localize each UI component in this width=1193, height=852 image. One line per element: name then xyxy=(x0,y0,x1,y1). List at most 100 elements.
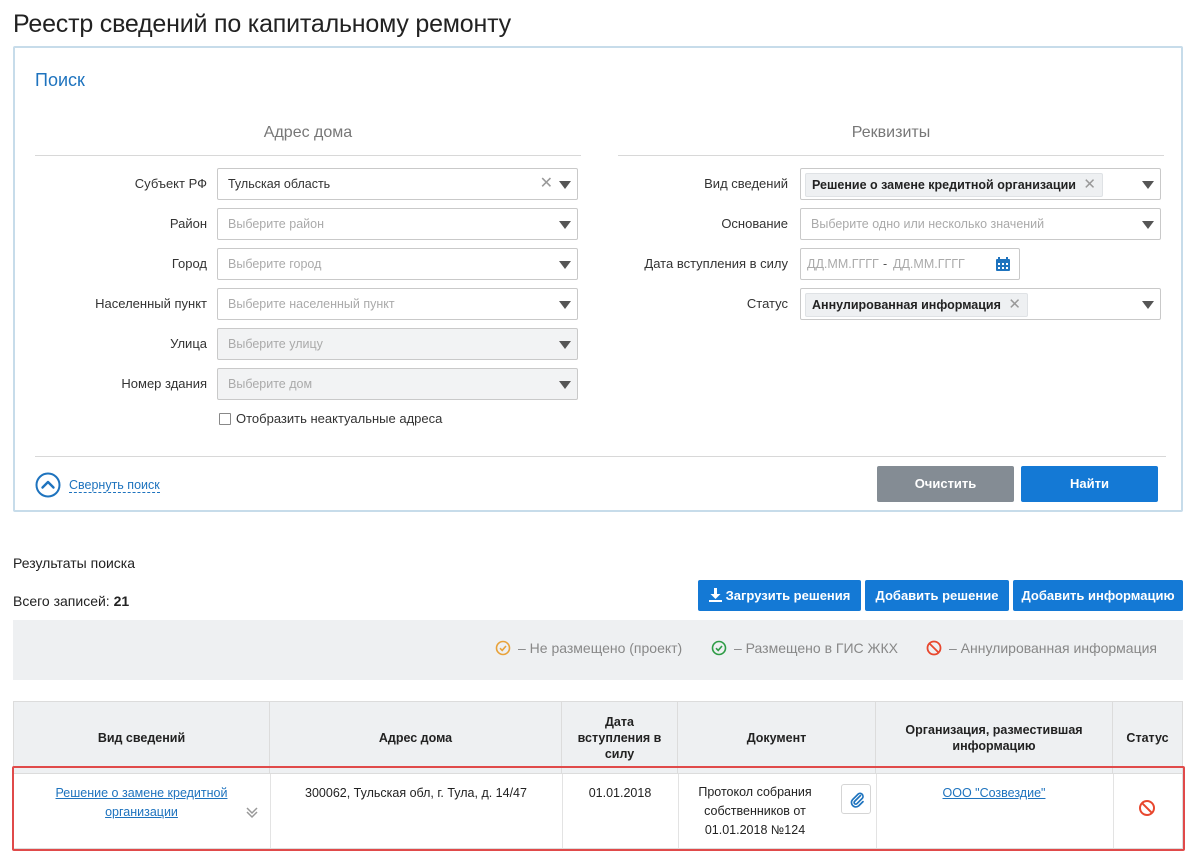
district-select[interactable]: Выберите район xyxy=(217,208,578,240)
building-placeholder: Выберите дом xyxy=(228,377,313,391)
column-header-address[interactable]: Адрес дома xyxy=(270,702,562,774)
clear-icon[interactable]: ✕ xyxy=(540,176,553,192)
total-value: 21 xyxy=(113,593,130,609)
city-placeholder: Выберите город xyxy=(228,257,322,271)
add-information-button[interactable]: Добавить информацию xyxy=(1013,580,1183,611)
status-tag: Аннулированная информация ✕ xyxy=(805,293,1028,317)
column-divider xyxy=(1113,774,1114,848)
status-label: Статус xyxy=(746,296,788,311)
draft-status-icon xyxy=(495,640,511,656)
chevron-down-icon[interactable] xyxy=(1142,301,1154,309)
info-type-tag-label: Решение о замене кредитной организации xyxy=(812,178,1076,192)
effective-date-label: Дата вступления в силу xyxy=(644,256,788,271)
add-decision-button[interactable]: Добавить решение xyxy=(865,580,1009,611)
chevron-down-icon[interactable] xyxy=(559,301,571,309)
basis-select[interactable]: Выберите одно или несколько значений xyxy=(800,208,1161,240)
info-type-tag: Решение о замене кредитной организации ✕ xyxy=(805,173,1103,197)
legend-draft: – Не размещено (проект) xyxy=(495,640,682,656)
column-header-status[interactable]: Статус xyxy=(1113,702,1182,774)
status-tag-label: Аннулированная информация xyxy=(812,298,1001,312)
search-heading: Поиск xyxy=(35,70,85,90)
results-table: Вид сведений Адрес дома Дата вступления … xyxy=(13,701,1183,849)
legend-posted-label: – Размещено в ГИС ЖКХ xyxy=(734,640,898,656)
table-header: Вид сведений Адрес дома Дата вступления … xyxy=(14,702,1182,774)
expand-chevron-icon[interactable] xyxy=(245,805,259,819)
chevron-down-icon[interactable] xyxy=(559,261,571,269)
collapse-search[interactable]: Свернуть поиск xyxy=(35,472,160,498)
download-icon xyxy=(708,588,722,602)
chevron-down-icon[interactable] xyxy=(559,221,571,229)
posted-status-icon xyxy=(711,640,727,656)
legend-draft-label: – Не размещено (проект) xyxy=(518,640,683,656)
city-label: Город xyxy=(171,256,207,271)
subject-value: Тульская область xyxy=(228,177,331,191)
show-inactive-row[interactable]: Отобразить неактуальные адреса xyxy=(219,411,442,426)
show-inactive-checkbox[interactable] xyxy=(219,412,231,425)
district-placeholder: Выберите район xyxy=(228,217,324,231)
building-select[interactable]: Выберите дом xyxy=(217,368,578,400)
chevron-down-icon[interactable] xyxy=(1142,221,1154,229)
page-title: Реестр сведений по капитальному ремонту xyxy=(13,10,511,38)
column-divider xyxy=(678,774,679,848)
address-section-title: Адрес дома xyxy=(263,124,353,141)
subject-label: Субъект РФ xyxy=(134,176,207,191)
locality-select[interactable]: Выберите населенный пункт xyxy=(217,288,578,320)
column-header-org[interactable]: Организация, разместившая информацию xyxy=(876,702,1113,774)
column-header-document[interactable]: Документ xyxy=(678,702,876,774)
column-divider xyxy=(562,774,563,848)
chevron-down-icon[interactable] xyxy=(559,381,571,389)
effective-date-range[interactable]: ДД.ММ.ГГГГ - ДД.ММ.ГГГГ xyxy=(800,248,1020,280)
column-header-date[interactable]: Дата вступления в силу xyxy=(562,702,678,774)
address-section-divider xyxy=(35,155,581,156)
column-divider xyxy=(876,774,877,848)
chevron-down-icon[interactable] xyxy=(559,181,571,189)
find-button[interactable]: Найти xyxy=(1021,466,1158,502)
search-panel: Поиск Адрес дома Субъект РФ Тульская обл… xyxy=(13,46,1183,512)
collapse-search-link[interactable]: Свернуть поиск xyxy=(69,478,160,493)
row-document: Протокол собрания собственников от 01.01… xyxy=(698,785,812,837)
date-to-input[interactable]: ДД.ММ.ГГГГ xyxy=(893,257,965,271)
basis-label: Основание xyxy=(721,216,788,231)
clear-button[interactable]: Очистить xyxy=(877,466,1014,502)
row-date: 01.01.2018 xyxy=(588,786,652,800)
row-address: 300062, Тульская обл, г. Тула, д. 14/47 xyxy=(305,786,527,800)
details-section-divider xyxy=(618,155,1164,156)
attachment-button[interactable] xyxy=(841,784,871,814)
panel-divider xyxy=(35,456,1166,457)
row-type-link[interactable]: Решение о замене кредитной организации xyxy=(44,784,239,822)
chevron-up-circle-icon[interactable] xyxy=(35,472,61,498)
total-label: Всего записей: xyxy=(13,593,110,609)
remove-tag-icon[interactable]: ✕ xyxy=(1083,174,1096,196)
column-divider xyxy=(270,774,271,848)
info-type-select[interactable]: Решение о замене кредитной организации ✕ xyxy=(800,168,1161,200)
remove-tag-icon[interactable]: ✕ xyxy=(1008,294,1021,316)
paperclip-icon xyxy=(850,792,864,808)
date-from-input[interactable]: ДД.ММ.ГГГГ xyxy=(807,257,879,271)
building-label: Номер здания xyxy=(121,376,207,391)
street-select[interactable]: Выберите улицу xyxy=(217,328,578,360)
calendar-icon[interactable] xyxy=(995,256,1011,272)
legend-posted: – Размещено в ГИС ЖКХ xyxy=(711,640,898,656)
status-legend: – Не размещено (проект) – Размещено в ГИ… xyxy=(13,620,1183,680)
status-select[interactable]: Аннулированная информация ✕ xyxy=(800,288,1161,320)
upload-decisions-button[interactable]: Загрузить решения xyxy=(698,580,861,611)
basis-placeholder: Выберите одно или несколько значений xyxy=(811,217,1045,231)
chevron-down-icon[interactable] xyxy=(559,341,571,349)
subject-select[interactable]: Тульская область ✕ xyxy=(217,168,578,200)
details-section-title: Реквизиты xyxy=(851,124,931,141)
show-inactive-label[interactable]: Отобразить неактуальные адреса xyxy=(236,411,442,426)
locality-placeholder: Выберите населенный пункт xyxy=(228,297,395,311)
total-records: Всего записей: 21 xyxy=(13,593,129,609)
annulled-status-icon xyxy=(926,640,942,656)
date-separator: - xyxy=(883,257,888,271)
annulled-icon xyxy=(1139,800,1155,816)
row-org-link[interactable]: ООО "Созвездие" xyxy=(884,784,1104,803)
column-header-type[interactable]: Вид сведений xyxy=(14,702,270,774)
legend-annulled-label: – Аннулированная информация xyxy=(949,640,1157,656)
chevron-down-icon[interactable] xyxy=(1142,181,1154,189)
city-select[interactable]: Выберите город xyxy=(217,248,578,280)
legend-annulled: – Аннулированная информация xyxy=(926,640,1157,656)
street-label: Улица xyxy=(170,336,207,351)
results-title: Результаты поиска xyxy=(13,555,136,571)
info-type-label: Вид сведений xyxy=(704,176,788,191)
